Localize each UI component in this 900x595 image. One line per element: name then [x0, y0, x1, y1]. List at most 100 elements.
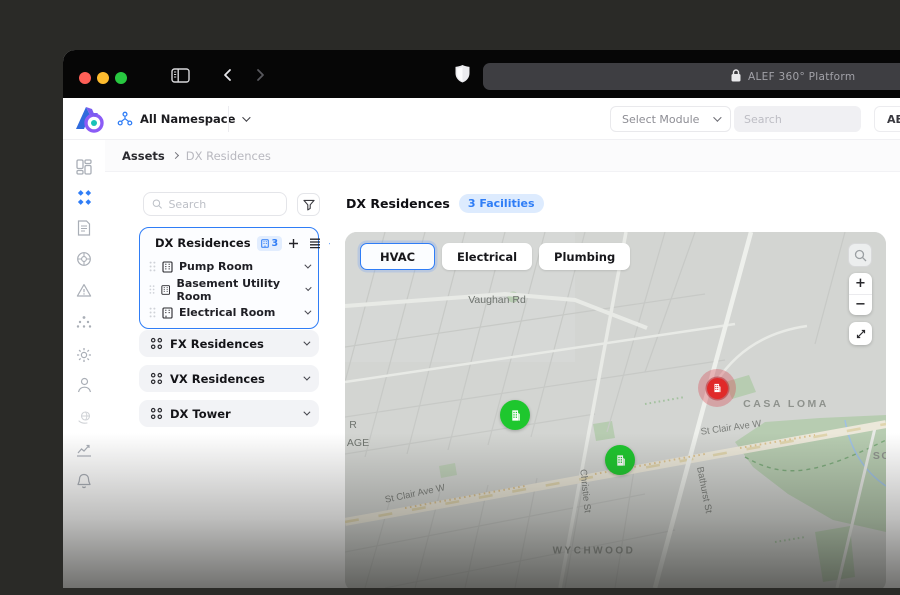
facility-marker-alert-halo [698, 369, 736, 407]
module-select[interactable]: Select Module [610, 106, 731, 132]
map-zoom-control: + − [849, 273, 872, 315]
tab-hvac[interactable]: HVAC [360, 243, 435, 270]
sidebar-item-services[interactable] [75, 409, 93, 427]
tree-child-row[interactable]: Electrical Room [140, 301, 318, 324]
tree-child-label: Electrical Room [179, 306, 275, 319]
tree-group-fx-residences[interactable]: FX Residences [139, 330, 319, 357]
hand-globe-icon [77, 410, 92, 426]
tree-group-label: DX Residences [155, 236, 251, 250]
panel-search-input[interactable] [168, 198, 278, 211]
map-label: CASA LOMA [743, 398, 829, 410]
breadcrumb-current: DX Residences [186, 149, 271, 163]
drag-handle-icon[interactable] [149, 261, 156, 272]
map-fullscreen-button[interactable] [849, 322, 872, 345]
sidebar-item-assets[interactable] [75, 188, 93, 206]
sidebar-rail [63, 140, 105, 588]
map-card: Vaughan Rd CASA LOMA R AGE St Clair Ave … [345, 232, 886, 588]
sidebar-item-settings[interactable] [75, 346, 93, 364]
namespace-label: All Namespace [140, 112, 235, 126]
facility-count: 3 [272, 238, 279, 249]
chevron-down-icon[interactable] [303, 374, 310, 381]
map-search-button[interactable] [848, 243, 872, 267]
drag-handle-icon[interactable] [149, 284, 155, 295]
alef-logo-icon[interactable] [72, 103, 108, 139]
report-file-icon [77, 220, 91, 236]
sidebar-item-reports[interactable] [75, 219, 93, 237]
tree-group-label: VX Residences [170, 372, 265, 386]
sidebar-item-notifications[interactable] [75, 472, 93, 490]
search-icon [152, 198, 162, 210]
zoom-out-button[interactable]: − [849, 295, 872, 316]
map-canvas[interactable] [345, 232, 886, 588]
close-window-button[interactable] [79, 72, 91, 84]
list-view-icon[interactable] [309, 238, 321, 249]
address-url-text: ALEF 360° Platform [748, 71, 855, 83]
global-search-input[interactable] [734, 106, 861, 132]
sidebar-item-dashboard[interactable] [75, 158, 93, 176]
building-marker-icon [613, 453, 628, 468]
tab-electrical[interactable]: Electrical [442, 243, 532, 270]
zoom-in-button[interactable]: + [849, 273, 872, 295]
group-dots-icon [150, 337, 163, 350]
tree-child-label: Basement Utility Room [176, 277, 298, 303]
building-icon [162, 307, 173, 319]
facility-marker-red[interactable] [707, 378, 728, 399]
assets-pinwheel-icon [76, 189, 93, 206]
back-button[interactable] [221, 67, 235, 86]
drag-handle-icon[interactable] [149, 307, 156, 318]
page-title: DX Residences [346, 196, 450, 211]
filter-button[interactable] [297, 193, 320, 216]
sidebar-toggle-icon[interactable] [171, 68, 190, 87]
browser-window: ALEF 360° Platform All Namespace Select … [63, 50, 900, 588]
chevron-down-icon[interactable] [303, 339, 310, 346]
facility-marker-green[interactable] [605, 445, 635, 475]
breadcrumb: Assets DX Residences [105, 140, 900, 172]
main-content: DX Residences 3 Facilities [330, 172, 900, 588]
bell-icon [77, 473, 91, 489]
app-header: All Namespace Select Module AED [63, 98, 900, 140]
namespace-icon [117, 111, 133, 127]
shield-privacy-icon[interactable] [455, 65, 470, 88]
lock-icon [731, 67, 741, 86]
panel-search-box[interactable] [143, 192, 287, 216]
header-divider [228, 106, 229, 132]
address-bar-content: ALEF 360° Platform [731, 67, 855, 86]
minimize-window-button[interactable] [97, 72, 109, 84]
tree-child-row[interactable]: Pump Room [140, 255, 318, 278]
tree-child-row[interactable]: Basement Utility Room [140, 278, 318, 301]
zoom-window-button[interactable] [115, 72, 127, 84]
building-icon [161, 284, 170, 296]
gear-icon [76, 347, 92, 363]
breadcrumb-separator-icon [172, 152, 179, 159]
tree-group-dx-tower[interactable]: DX Tower [139, 400, 319, 427]
tree-group-header[interactable]: DX Residences 3 [140, 231, 318, 255]
sidebar-item-operations[interactable] [75, 250, 93, 268]
filter-funnel-icon [303, 199, 315, 211]
chevron-down-icon[interactable] [304, 262, 311, 269]
sidebar-item-network[interactable] [75, 313, 93, 331]
forward-button[interactable] [253, 67, 267, 86]
address-bar[interactable]: ALEF 360° Platform [483, 63, 900, 90]
map-label: WYCHWOOD [553, 546, 636, 557]
sidebar-item-users[interactable] [75, 376, 93, 394]
sidebar-item-alerts[interactable] [75, 281, 93, 299]
tree-group-dx-residences: DX Residences 3 Pump Room [139, 227, 319, 329]
tree-group-label: DX Tower [170, 407, 231, 421]
building-icon [162, 261, 173, 273]
facility-marker-green[interactable] [500, 400, 530, 430]
sidebar-item-analytics[interactable] [75, 441, 93, 459]
chevron-down-icon[interactable] [305, 285, 312, 292]
currency-button[interactable]: AED [874, 106, 900, 132]
breadcrumb-root[interactable]: Assets [122, 149, 165, 163]
chevron-down-icon[interactable] [303, 409, 310, 416]
tree-group-vx-residences[interactable]: VX Residences [139, 365, 319, 392]
asset-tree-panel: DX Residences 3 Pump Room [105, 172, 330, 588]
add-icon[interactable] [288, 238, 299, 249]
line-chart-icon [76, 443, 92, 457]
chevron-down-icon[interactable] [304, 308, 311, 315]
chevron-down-icon [243, 113, 251, 121]
tree-group-label: FX Residences [170, 337, 264, 351]
tab-plumbing[interactable]: Plumbing [539, 243, 630, 270]
building-marker-icon [711, 382, 723, 394]
building-icon [261, 239, 269, 248]
